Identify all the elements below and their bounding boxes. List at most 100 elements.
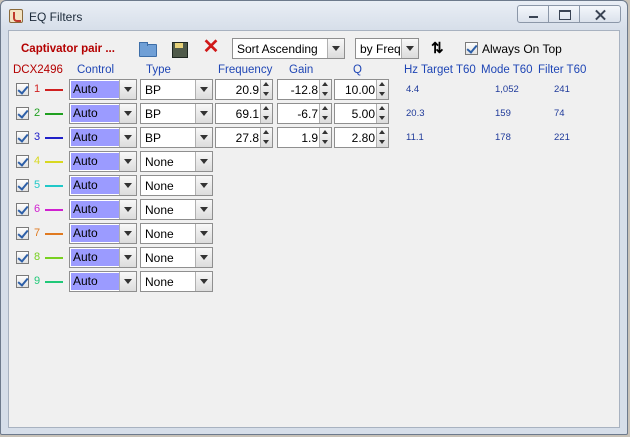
sort-by-value: by Freq (360, 42, 401, 56)
chevron-down-icon[interactable] (195, 200, 212, 219)
spinner-arrows-icon[interactable] (260, 128, 272, 147)
filter-enabled-checkbox[interactable] (16, 275, 29, 288)
filter-enabled-checkbox[interactable] (16, 107, 29, 120)
chevron-down-icon[interactable] (119, 272, 136, 291)
control-dropdown[interactable]: Auto (69, 199, 137, 220)
chevron-down-icon[interactable] (401, 39, 418, 58)
gain-spinner[interactable]: -6.7 (277, 103, 332, 124)
filter-number: 3 (34, 131, 41, 143)
spinner-arrows-icon[interactable] (260, 80, 272, 99)
chevron-down-icon[interactable] (119, 104, 136, 123)
eq-filters-window: EQ Filters Captivator pair ... ✕ Sort As… (0, 0, 628, 435)
control-dropdown[interactable]: Auto (69, 175, 137, 196)
type-dropdown[interactable]: None (140, 151, 213, 172)
chevron-down-icon[interactable] (119, 152, 136, 171)
always-on-top-label: Always On Top (482, 42, 562, 56)
spinner-arrows-icon[interactable] (319, 128, 331, 147)
maximize-button[interactable] (548, 5, 580, 23)
always-on-top-checkbox[interactable] (465, 42, 478, 55)
control-value: Auto (71, 153, 119, 170)
filters-panel: Captivator pair ... ✕ Sort Ascending by … (8, 30, 620, 428)
save-icon[interactable] (169, 39, 189, 59)
chevron-down-icon[interactable] (119, 80, 136, 99)
chevron-down-icon[interactable] (195, 272, 212, 291)
spinner-arrows-icon[interactable] (260, 104, 272, 123)
type-dropdown-value: None (145, 203, 174, 217)
filter-enabled-checkbox[interactable] (16, 83, 29, 96)
chevron-down-icon[interactable] (195, 152, 212, 171)
control-dropdown[interactable]: Auto (69, 79, 137, 100)
filter-enabled-checkbox[interactable] (16, 179, 29, 192)
filter-color-line (45, 257, 63, 259)
filter-enabled-checkbox[interactable] (16, 251, 29, 264)
type-dropdown[interactable]: None (140, 175, 213, 196)
control-dropdown[interactable]: Auto (69, 247, 137, 268)
chevron-down-icon[interactable] (119, 224, 136, 243)
type-dropdown[interactable]: None (140, 223, 213, 244)
open-folder-icon[interactable] (137, 39, 157, 59)
mode-t60-value: 178 (495, 132, 511, 143)
spinner-arrows-icon[interactable] (376, 128, 388, 147)
sort-by-dropdown[interactable]: by Freq (355, 38, 419, 59)
delete-icon[interactable]: ✕ (201, 37, 221, 57)
filter-enabled-checkbox[interactable] (16, 227, 29, 240)
control-dropdown[interactable]: Auto (69, 223, 137, 244)
filter-number: 7 (34, 227, 41, 239)
filter-row: 4 Auto None (9, 151, 609, 173)
filter-color-line (45, 281, 63, 283)
mode-t60-value: 159 (495, 108, 511, 119)
type-dropdown-value: None (145, 179, 174, 193)
type-dropdown[interactable]: BP (140, 127, 213, 148)
q-spinner[interactable]: 5.00 (334, 103, 389, 124)
frequency-spinner-value: 69.1 (235, 107, 259, 121)
spinner-arrows-icon[interactable] (319, 104, 331, 123)
chevron-down-icon[interactable] (195, 248, 212, 267)
pair-name-label[interactable]: Captivator pair ... (21, 43, 115, 55)
type-dropdown[interactable]: None (140, 271, 213, 292)
control-dropdown[interactable]: Auto (69, 271, 137, 292)
chevron-down-icon[interactable] (327, 39, 344, 58)
chevron-down-icon[interactable] (119, 200, 136, 219)
spinner-arrows-icon[interactable] (376, 80, 388, 99)
gain-spinner[interactable]: -12.8 (277, 79, 332, 100)
close-button[interactable] (579, 5, 621, 23)
q-spinner[interactable]: 10.00 (334, 79, 389, 100)
control-dropdown[interactable]: Auto (69, 127, 137, 148)
spinner-arrows-icon[interactable] (319, 80, 331, 99)
filter-number: 5 (34, 179, 41, 191)
filter-color-line (45, 209, 63, 211)
gain-spinner[interactable]: 1.9 (277, 127, 332, 148)
control-dropdown[interactable]: Auto (69, 103, 137, 124)
filter-row: 5 Auto None (9, 175, 609, 197)
type-dropdown[interactable]: None (140, 247, 213, 268)
sort-direction-icon[interactable]: ⇅ (431, 39, 444, 57)
sort-order-dropdown[interactable]: Sort Ascending (232, 38, 345, 59)
chevron-down-icon[interactable] (195, 128, 212, 147)
filter-enabled-checkbox[interactable] (16, 155, 29, 168)
chevron-down-icon[interactable] (195, 176, 212, 195)
type-dropdown[interactable]: None (140, 199, 213, 220)
type-dropdown[interactable]: BP (140, 79, 213, 100)
q-spinner[interactable]: 2.80 (334, 127, 389, 148)
chevron-down-icon[interactable] (195, 224, 212, 243)
chevron-down-icon[interactable] (195, 104, 212, 123)
filter-number: 6 (34, 203, 41, 215)
control-dropdown[interactable]: Auto (69, 151, 137, 172)
frequency-spinner[interactable]: 20.9 (215, 79, 273, 100)
header-filter-t60: Filter T60 (538, 64, 587, 76)
spinner-arrows-icon[interactable] (376, 104, 388, 123)
type-dropdown[interactable]: BP (140, 103, 213, 124)
chevron-down-icon[interactable] (119, 128, 136, 147)
filter-enabled-checkbox[interactable] (16, 203, 29, 216)
title-bar[interactable]: EQ Filters (1, 1, 627, 31)
frequency-spinner[interactable]: 27.8 (215, 127, 273, 148)
header-frequency: Frequency (218, 64, 273, 76)
chevron-down-icon[interactable] (195, 80, 212, 99)
chevron-down-icon[interactable] (119, 248, 136, 267)
minimize-button[interactable] (517, 5, 549, 23)
filter-enabled-checkbox[interactable] (16, 131, 29, 144)
header-target-t60: Target T60 (421, 64, 476, 76)
chevron-down-icon[interactable] (119, 176, 136, 195)
frequency-spinner[interactable]: 69.1 (215, 103, 273, 124)
type-dropdown-value: BP (145, 107, 162, 121)
